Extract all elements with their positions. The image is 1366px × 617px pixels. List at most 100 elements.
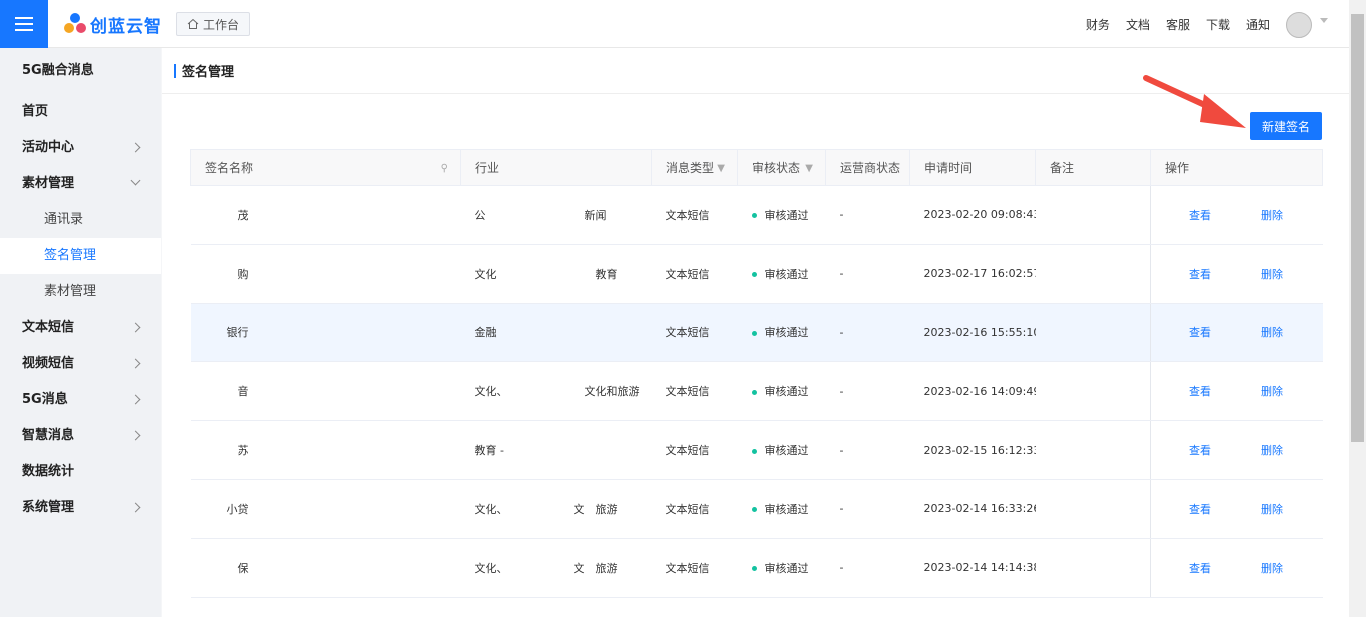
nav-finance[interactable]: 财务 [1086, 16, 1110, 33]
cell-time: 2023-02-20 09:08:43 [909, 185, 1036, 245]
cell-time: 2023-02-15 16:12:33 [909, 420, 1036, 480]
col-status-label: 审核状态 [752, 161, 801, 175]
view-link[interactable]: 查看 [1189, 326, 1211, 339]
home-icon [187, 18, 199, 29]
annotation-arrow-icon [1143, 75, 1246, 128]
sidebar-item-label: 视频短信 [22, 356, 75, 371]
cell-carrier: - [825, 479, 910, 539]
status-text: 审核通过 [764, 267, 809, 281]
sidebar-item-5g[interactable]: 5G消息 [0, 382, 161, 418]
sidebar-item-sms[interactable]: 文本短信 [0, 310, 161, 346]
avatar[interactable] [1286, 12, 1312, 38]
hamburger-menu-icon[interactable] [0, 0, 48, 48]
sidebar-item-label: 系统管理 [22, 500, 75, 515]
sidebar-item-stats[interactable]: 数据统计 [0, 454, 161, 490]
status-dot-icon [751, 566, 757, 572]
brand-name: 创蓝云智 [90, 16, 162, 37]
col-note: 备注 [1035, 149, 1151, 186]
cell-time: 2023-02-17 16:02:57 [909, 244, 1036, 304]
status-text: 审核通过 [764, 385, 809, 399]
cell-type: 文本短信 [651, 420, 738, 480]
nav-notify[interactable]: 通知 [1246, 16, 1270, 33]
status-dot-icon [751, 448, 757, 454]
top-nav: 财务 文档 客服 下载 通知 [1086, 0, 1270, 48]
sidebar-item-video-sms[interactable]: 视频短信 [0, 346, 161, 382]
view-link[interactable]: 查看 [1189, 268, 1211, 281]
sidebar-item-label: 文本短信 [22, 320, 75, 335]
nav-download[interactable]: 下载 [1206, 16, 1230, 33]
sidebar-item-system[interactable]: 系统管理 [0, 490, 161, 526]
view-link[interactable]: 查看 [1189, 562, 1211, 575]
nav-docs[interactable]: 文档 [1126, 16, 1150, 33]
cell-industry: 金融 [460, 303, 652, 363]
sidebar-item-label: 5G消息 [22, 392, 68, 407]
status-text: 审核通过 [764, 326, 809, 340]
cell-actions: 查看 删除 [1150, 420, 1323, 480]
sidebar-item-smart[interactable]: 智慧消息 [0, 418, 161, 454]
brand-logo-icon [64, 13, 86, 35]
cell-status: 审核通过 [737, 479, 826, 539]
view-link[interactable]: 查看 [1189, 385, 1211, 398]
sidebar-sub-contacts[interactable]: 通讯录 [0, 202, 161, 238]
chevron-right-icon [130, 142, 141, 153]
cell-note [1035, 361, 1151, 422]
cell-status: 审核通过 [737, 361, 826, 422]
col-name[interactable]: 签名名称 ⚲ [190, 149, 461, 186]
chevron-down-icon[interactable] [1320, 18, 1328, 23]
chevron-right-icon [130, 322, 141, 333]
page-scrollbar[interactable] [1349, 0, 1366, 617]
sidebar-item-label: 智慧消息 [22, 428, 75, 443]
workbench-label: 工作台 [203, 17, 240, 32]
cell-time: 2023-02-14 16:33:26 [909, 479, 1036, 539]
cell-actions: 查看 删除 [1150, 244, 1323, 304]
status-text: 审核通过 [764, 208, 809, 222]
delete-link[interactable]: 删除 [1261, 385, 1283, 398]
table-row: 苏教育 - 文本短信 审核通过 -2023-02-15 16:12:33 查看 删除 [190, 420, 1323, 480]
filter-icon[interactable]: ▼ [717, 163, 725, 174]
delete-link[interactable]: 删除 [1261, 209, 1283, 222]
sidebar-item-activity[interactable]: 活动中心 [0, 130, 161, 166]
nav-service[interactable]: 客服 [1166, 16, 1190, 33]
cell-time: 2023-02-16 14:09:49 [909, 361, 1036, 422]
cell-industry: 公 新闻 [460, 185, 652, 245]
cell-name: 茂 [190, 185, 461, 245]
col-status[interactable]: 审核状态 ▼ [737, 149, 826, 186]
cell-status: 审核通过 [737, 244, 826, 304]
delete-link[interactable]: 删除 [1261, 268, 1283, 281]
cell-note [1035, 244, 1151, 304]
cell-status: 审核通过 [737, 185, 826, 245]
delete-link[interactable]: 删除 [1261, 444, 1283, 457]
delete-link[interactable]: 删除 [1261, 503, 1283, 516]
workbench-button[interactable]: 工作台 [176, 12, 251, 36]
cell-type: 文本短信 [651, 479, 738, 539]
status-text: 审核通过 [764, 561, 809, 575]
new-signature-button[interactable]: 新建签名 [1250, 112, 1322, 140]
sidebar: 5G融合消息 首页 活动中心 素材管理 通讯录 签名管理 素材管理 文本短信 视… [0, 48, 161, 617]
chevron-down-icon [130, 175, 141, 186]
sidebar-sub-material[interactable]: 素材管理 [0, 274, 161, 310]
table-row: 音文化、 文化和旅游 文本短信 审核通过 -2023-02-16 14:09:49 查看… [190, 361, 1323, 422]
cell-name: 音 [190, 361, 461, 422]
view-link[interactable]: 查看 [1189, 503, 1211, 516]
filter-icon[interactable]: ▼ [805, 163, 813, 174]
sidebar-item-material[interactable]: 素材管理 [0, 166, 161, 202]
cell-actions: 查看 删除 [1150, 185, 1323, 245]
search-icon[interactable]: ⚲ [441, 163, 448, 174]
delete-link[interactable]: 删除 [1261, 562, 1283, 575]
sidebar-item-home[interactable]: 首页 [0, 94, 161, 130]
table-row: 小贷 文化、 文 旅游 文本短信 审核通过 -2023-02-14 16:33:26 查看… [190, 479, 1323, 539]
sidebar-sub-signature[interactable]: 签名管理 [0, 238, 161, 274]
status-dot-icon [751, 272, 757, 278]
cell-industry: 文化、 文化和旅游 [460, 361, 652, 422]
sidebar-item-label: 数据统计 [22, 464, 75, 479]
view-link[interactable]: 查看 [1189, 444, 1211, 457]
cell-actions: 查看 删除 [1150, 538, 1323, 598]
delete-link[interactable]: 删除 [1261, 326, 1283, 339]
top-bar: 创蓝云智 工作台 财务 文档 客服 下载 通知 [0, 0, 1366, 48]
view-link[interactable]: 查看 [1189, 209, 1211, 222]
brand-logo[interactable]: 创蓝云智 [64, 12, 162, 37]
sidebar-item-label: 素材管理 [22, 176, 75, 191]
col-type[interactable]: 消息类型 ▼ [651, 149, 738, 186]
scrollbar-thumb[interactable] [1351, 14, 1364, 442]
col-time: 申请时间 [909, 149, 1036, 186]
